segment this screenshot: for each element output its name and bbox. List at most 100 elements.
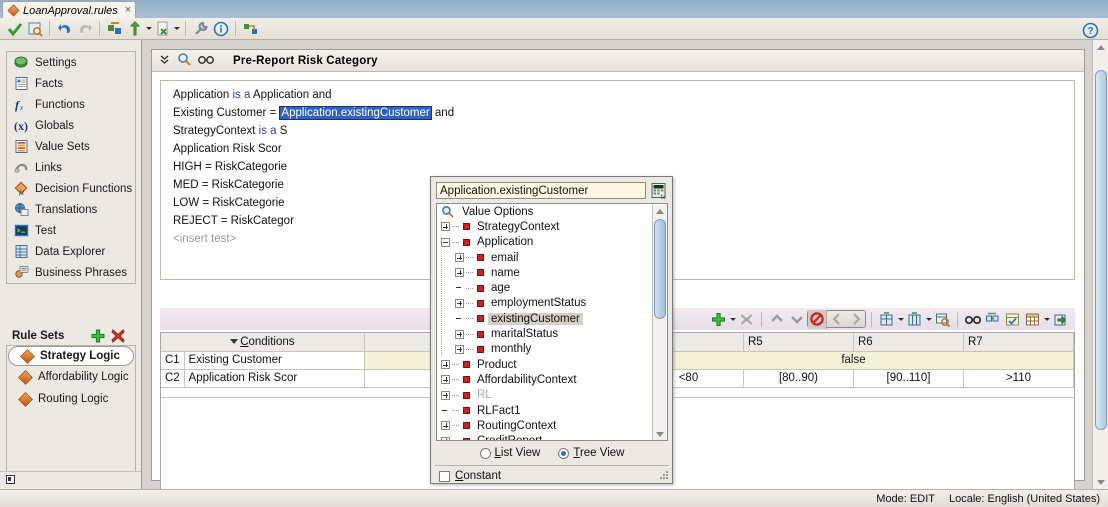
tree-row-existingcustomer[interactable]: existingCustomer xyxy=(437,311,667,327)
add-ruleset-button[interactable] xyxy=(91,329,105,346)
view-glasses-button[interactable] xyxy=(963,310,982,329)
expand-icon[interactable] xyxy=(455,344,464,354)
refresh-dictionary-icon[interactable] xyxy=(105,19,124,38)
view-glasses-icon[interactable] xyxy=(198,54,214,68)
expand-icon[interactable] xyxy=(441,360,450,370)
selected-expression-token[interactable]: Application.existingCustomer xyxy=(279,106,432,120)
rule-line-4[interactable]: Application Risk Scor xyxy=(173,143,282,155)
help-icon[interactable]: ? xyxy=(1081,21,1100,40)
add-row-button[interactable] xyxy=(709,310,728,329)
conditions-header-cell[interactable]: Conditions xyxy=(161,333,365,352)
sidebar-item-business-phrases[interactable]: Business Phrases xyxy=(7,262,135,283)
scroll-down-arrow[interactable] xyxy=(1093,475,1108,489)
column-header-r7[interactable]: R7 xyxy=(963,333,1074,352)
tree-row-age[interactable]: age xyxy=(437,280,667,296)
tree-row-strategycontext[interactable]: StrategyContext xyxy=(437,219,667,234)
rule-line-5[interactable]: HIGH = RiskCategorie xyxy=(173,161,287,173)
expand-icon[interactable] xyxy=(455,268,464,278)
diagram-icon[interactable] xyxy=(241,19,260,38)
settings-wrench-icon[interactable] xyxy=(191,19,210,38)
sidebar-item-globals[interactable]: (x) Globals xyxy=(7,115,135,136)
constant-checkbox-row[interactable]: Constant xyxy=(439,470,501,482)
scroll-up-arrow[interactable] xyxy=(653,205,667,218)
sidebar-item-settings[interactable]: Settings xyxy=(7,52,135,73)
toggle-disable-button[interactable] xyxy=(808,309,827,329)
scroll-down-arrow[interactable] xyxy=(653,428,667,440)
insert-test-placeholder[interactable]: <insert test> xyxy=(173,233,236,245)
delete-ruleset-button[interactable] xyxy=(111,329,125,346)
radio-list-view[interactable] xyxy=(479,447,491,459)
preview-icon[interactable] xyxy=(25,19,44,38)
expand-icon[interactable] xyxy=(441,421,450,431)
search-icon[interactable] xyxy=(177,52,191,69)
sort-caret-icon[interactable] xyxy=(230,338,239,344)
chevron-down-icon[interactable] xyxy=(926,317,932,321)
update-dictionary-icon[interactable] xyxy=(125,19,144,38)
value-options-tree[interactable]: Value Options StrategyContext Applicatio… xyxy=(436,203,668,441)
rule-line-6[interactable]: MED = RiskCategorie xyxy=(173,179,284,191)
tree-row-affordabilitycontext[interactable]: AffordabilityContext xyxy=(437,372,667,387)
list-view-option[interactable]: List View xyxy=(479,447,540,459)
compact-button[interactable] xyxy=(983,310,1002,329)
expand-icon[interactable] xyxy=(455,298,464,308)
expand-icon[interactable] xyxy=(455,329,464,339)
rule-line-2[interactable]: Existing Customer = Application.existing… xyxy=(173,106,454,120)
chevron-down-icon[interactable] xyxy=(898,317,904,321)
tree-row-application[interactable]: Application xyxy=(437,235,667,250)
tree-row-rl[interactable]: RL xyxy=(437,388,667,403)
collapse-icon[interactable] xyxy=(441,237,450,247)
tree-row-employmentstatus[interactable]: employmentStatus xyxy=(437,295,667,311)
sidebar-item-functions[interactable]: fx Functions xyxy=(7,94,135,115)
split-table-button[interactable] xyxy=(877,310,896,329)
ruleset-item-affordability-logic[interactable]: Affordability Logic xyxy=(7,366,135,388)
ruleset-item-routing-logic[interactable]: Routing Logic xyxy=(7,388,135,410)
undo-icon[interactable] xyxy=(55,19,74,38)
rule-line-7[interactable]: LOW = RiskCategorie xyxy=(173,197,285,209)
expand-icon[interactable] xyxy=(441,222,450,232)
condition-label[interactable]: Application Risk Scor xyxy=(184,369,365,388)
validate-icon[interactable] xyxy=(5,19,24,38)
rule-line-3[interactable]: StrategyContext is a S xyxy=(173,125,287,137)
tree-row-maritalstatus[interactable]: maritalStatus xyxy=(437,326,667,342)
collapse-icon[interactable] xyxy=(6,475,15,484)
scrollbar-thumb[interactable] xyxy=(1095,70,1107,430)
move-down-button[interactable] xyxy=(787,310,806,329)
radio-tree-view[interactable] xyxy=(558,447,570,459)
redo-icon[interactable] xyxy=(75,19,94,38)
tree-row-value-options[interactable]: Value Options xyxy=(437,204,667,219)
tab-loanapproval-rules[interactable]: LoanApproval.rules × xyxy=(2,1,137,18)
ruleset-item-strategy-logic[interactable]: Strategy Logic xyxy=(8,346,134,366)
tree-row-creditreport[interactable]: CreditReport xyxy=(437,433,667,440)
tree-row-monthly[interactable]: monthly xyxy=(437,341,667,357)
condition-label[interactable]: Existing Customer xyxy=(184,351,365,370)
sidebar-item-value-sets[interactable]: Value Sets xyxy=(7,136,135,157)
delete-row-button[interactable] xyxy=(737,310,756,329)
resize-grip[interactable] xyxy=(660,471,669,480)
export-icon[interactable] xyxy=(153,19,172,38)
tree-row-name[interactable]: name xyxy=(437,265,667,281)
expand-icon[interactable] xyxy=(441,390,450,400)
previous-button[interactable] xyxy=(827,310,846,329)
column-header-r6[interactable]: R6 xyxy=(853,333,964,352)
sidebar-item-decision-functions[interactable]: fx Decision Functions xyxy=(7,178,135,199)
sidebar-item-links[interactable]: Links xyxy=(7,157,135,178)
move-up-button[interactable] xyxy=(767,310,786,329)
scrollbar-thumb[interactable] xyxy=(654,219,666,319)
tree-row-routingcontext[interactable]: RoutingContext xyxy=(437,418,667,433)
cell-c2-r5[interactable]: [80..90) xyxy=(743,369,854,388)
expand-icon[interactable] xyxy=(455,253,464,263)
sidebar-item-data-explorer[interactable]: Data Explorer xyxy=(7,241,135,262)
cell-c2-r7[interactable]: >110 xyxy=(963,369,1074,388)
cell-c2-r6[interactable]: [90..110] xyxy=(853,369,964,388)
tree-row-rlfact1[interactable]: RLFact1 xyxy=(437,403,667,418)
merge-table-button[interactable] xyxy=(905,310,924,329)
rule-line-8[interactable]: REJECT = RiskCategor xyxy=(173,215,294,227)
expand-icon[interactable] xyxy=(441,375,450,385)
info-icon[interactable] xyxy=(211,19,230,38)
expand-icon[interactable] xyxy=(441,436,450,440)
calculator-icon[interactable]: fx xyxy=(650,182,668,201)
tree-row-product[interactable]: Product xyxy=(437,357,667,372)
export-table-button[interactable] xyxy=(1051,310,1070,329)
chevron-down-icon[interactable] xyxy=(146,27,152,30)
constant-checkbox[interactable] xyxy=(439,470,450,482)
